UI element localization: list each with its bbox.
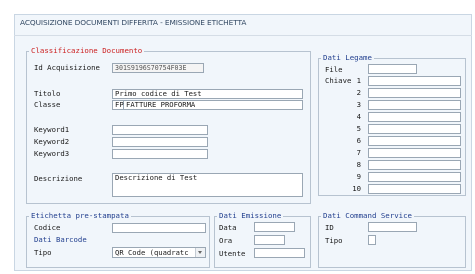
window-titlebar: ACQUISIZIONE DOCUMENTI DIFFERITA - EMISS… [14,14,472,36]
dati-barcode-legend: Dati Barcode [34,235,87,244]
emissione-utente-label: Utente [219,249,246,258]
classificazione-legend: Classificazione Documento [31,46,143,55]
classe-field[interactable]: FP FATTURE PROFORMA [112,100,303,110]
chiave-field[interactable] [368,124,461,134]
chiave-field[interactable] [368,172,461,182]
chevron-down-icon[interactable] [195,248,205,257]
chiave-field[interactable] [368,100,461,110]
id-acquisizione-label: Id Acquisizione [34,63,100,72]
chiave-label: Chiave [325,76,352,85]
descrizione-label: Descrizione [34,174,83,183]
chiave-field[interactable] [368,184,461,194]
chiave-number-label: 8 [356,160,361,169]
classe-description: FATTURE PROFORMA [126,100,196,109]
keyword1-field[interactable] [112,125,208,135]
keyword2-label: Keyword2 [34,137,70,146]
barcode-tipo-label: Tipo [34,248,52,257]
dati-legame-legend: Dati Legame [323,53,372,62]
keyword1-label: Keyword1 [34,125,70,134]
command-id-label: ID [325,223,334,232]
chiave-number-label: 2 [356,88,361,97]
dati-emissione-legend: Dati Emissione [219,211,282,220]
dati-command-legend: Dati Command Service [323,211,412,220]
chiave-field[interactable] [368,88,461,98]
emissione-utente-field[interactable] [254,248,305,258]
chiave-number-label: 9 [356,172,361,181]
barcode-tipo-select[interactable]: QR Code (quadratc [112,247,206,258]
chiave-number-label: 6 [356,136,361,145]
command-tipo-field[interactable] [368,235,376,245]
keyword3-label: Keyword3 [34,149,70,158]
file-label: File [325,65,343,74]
titolo-field[interactable]: Primo codice di Test [112,89,303,99]
classe-code: FP [115,100,124,109]
emissione-data-field[interactable] [254,222,295,232]
codice-label: Codice [34,223,61,232]
keyword3-field[interactable] [112,149,208,159]
command-tipo-label: Tipo [325,236,343,245]
codice-field[interactable] [112,223,206,233]
chiave-field[interactable] [368,136,461,146]
chiave-number-label: 10 [352,184,361,193]
chiave-number-label: 1 [356,76,361,85]
chiave-field[interactable] [368,76,461,86]
chiave-number-label: 4 [356,112,361,121]
emissione-ora-field[interactable] [254,235,285,245]
titolo-label: Titolo [34,89,61,98]
etichetta-legend: Etichetta pre-stampata [31,211,129,220]
file-field[interactable] [368,64,417,74]
chiave-number-label: 5 [356,124,361,133]
classe-label: Classe [34,100,61,109]
barcode-tipo-value: QR Code (quadratc [115,248,189,257]
chiave-number-label: 7 [356,148,361,157]
command-id-field[interactable] [368,222,417,232]
emissione-data-label: Data [219,223,237,232]
window-title: ACQUISIZIONE DOCUMENTI DIFFERITA - EMISS… [20,18,247,27]
descrizione-field[interactable]: Descrizione di Test [112,173,303,197]
id-acquisizione-field[interactable]: 301S9196S70754F03E [112,63,204,73]
emissione-ora-label: Ora [219,236,233,245]
chiave-number-label: 3 [356,100,361,109]
chiave-field[interactable] [368,148,461,158]
keyword2-field[interactable] [112,137,208,147]
chiave-field[interactable] [368,112,461,122]
chiave-field[interactable] [368,160,461,170]
